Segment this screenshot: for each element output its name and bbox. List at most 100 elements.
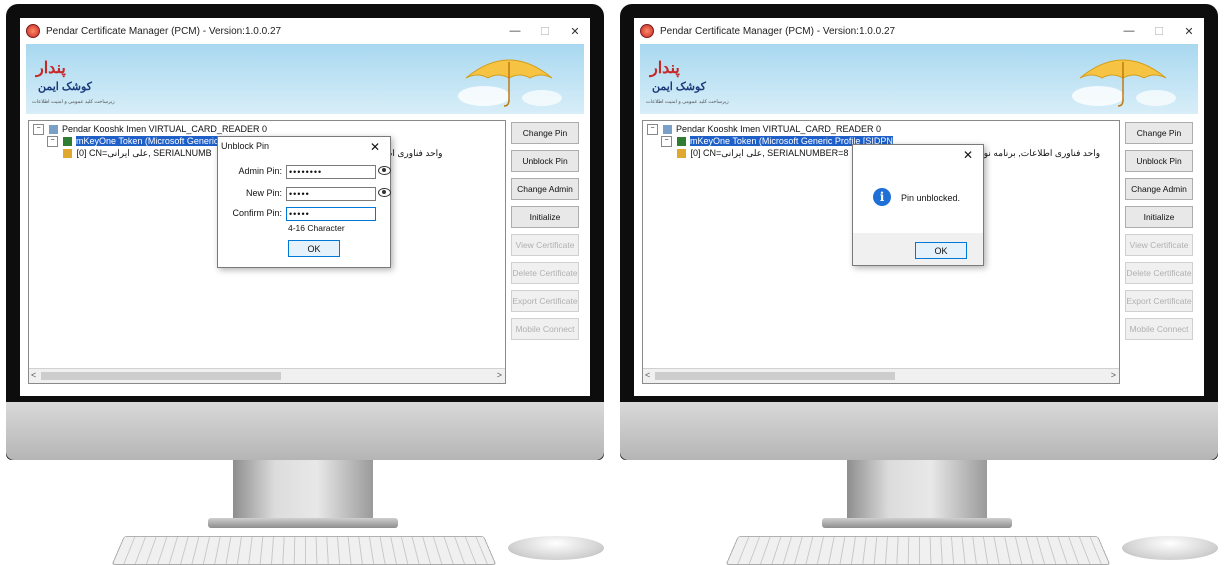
- message-close-button[interactable]: ✕: [963, 148, 973, 162]
- window-title: Pendar Certificate Manager (PCM) - Versi…: [46, 25, 282, 37]
- action-buttons: Change Pin Unblock Pin Change Admin Init…: [1125, 122, 1193, 346]
- new-pin-row: New Pin: •••••: [218, 187, 391, 201]
- collapse-icon[interactable]: −: [33, 124, 44, 136]
- dialog-title: Unblock Pin: [221, 141, 270, 151]
- tree-token-label: mKeyOne Token (Microsoft Generic P: [76, 136, 227, 146]
- info-icon: i: [873, 188, 891, 206]
- change-pin-button[interactable]: Change Pin: [511, 122, 579, 144]
- change-admin-button[interactable]: Change Admin: [511, 178, 579, 200]
- confirm-pin-input[interactable]: •••••: [286, 207, 376, 221]
- message-ok-button[interactable]: OK: [915, 242, 967, 259]
- certificate-icon: [677, 149, 686, 159]
- new-pin-input[interactable]: •••••: [286, 187, 376, 201]
- tree-cert-node[interactable]: [0] CN=علی ایرانی, SERIALNUMB: [63, 148, 212, 159]
- title-bar: Pendar Certificate Manager (PCM) - Versi…: [634, 18, 1204, 44]
- message-text: Pin unblocked.: [901, 193, 961, 203]
- monitor-left: Pendar Certificate Manager (PCM) - Versi…: [0, 0, 610, 565]
- new-pin-label: New Pin:: [245, 188, 282, 198]
- window-title: Pendar Certificate Manager (PCM) - Versi…: [660, 25, 896, 37]
- mobile-connect-button[interactable]: Mobile Connect: [511, 318, 579, 340]
- unblock-pin-button[interactable]: Unblock Pin: [1125, 150, 1193, 172]
- collapse-icon[interactable]: −: [47, 136, 58, 148]
- umbrella-illustration-icon: [458, 59, 562, 107]
- monitor-base: [208, 518, 398, 528]
- view-certificate-button[interactable]: View Certificate: [511, 234, 579, 256]
- token-icon: [676, 137, 686, 147]
- tree-root-label: Pendar Kooshk Imen VIRTUAL_CARD_READER 0: [676, 124, 881, 134]
- app-logo-icon: [26, 24, 40, 38]
- monitor-base: [822, 518, 1012, 528]
- minimize-button[interactable]: —: [1114, 25, 1144, 37]
- export-certificate-button[interactable]: Export Certificate: [1125, 290, 1193, 312]
- umbrella-illustration-icon: [1072, 59, 1176, 107]
- export-certificate-button[interactable]: Export Certificate: [511, 290, 579, 312]
- message-footer: OK: [853, 233, 983, 265]
- logo-tagline: زیرساخت کلید عمومی و امنیت اطلاعات: [646, 99, 729, 105]
- show-admin-pin-eye-icon[interactable]: [378, 166, 391, 175]
- mouse: [508, 536, 604, 560]
- scrollbar-thumb[interactable]: [655, 372, 895, 380]
- tree-token-node[interactable]: − mKeyOne Token (Microsoft Generic P: [47, 136, 227, 148]
- maximize-button[interactable]: ☐: [530, 25, 560, 38]
- monitor-stand: [847, 460, 987, 522]
- tree-cert-node[interactable]: [0] CN=علی ایرانی, SERIALNUMBER=8: [677, 148, 848, 159]
- title-bar: Pendar Certificate Manager (PCM) - Versi…: [20, 18, 590, 44]
- tree-root-label: Pendar Kooshk Imen VIRTUAL_CARD_READER 0: [62, 124, 267, 134]
- logo-text-secondary: کوشک ایمن: [652, 81, 706, 93]
- minimize-button[interactable]: —: [500, 25, 530, 37]
- tree-root-node[interactable]: − Pendar Kooshk Imen VIRTUAL_CARD_READER…: [647, 124, 881, 136]
- scroll-left-arrow[interactable]: <: [31, 370, 36, 380]
- monitor-right: Pendar Certificate Manager (PCM) - Versi…: [614, 0, 1224, 565]
- action-buttons: Change Pin Unblock Pin Change Admin Init…: [511, 122, 579, 346]
- token-icon: [62, 137, 72, 147]
- initialize-button[interactable]: Initialize: [511, 206, 579, 228]
- keyboard: [111, 535, 497, 565]
- app-window: Pendar Certificate Manager (PCM) - Versi…: [20, 18, 590, 396]
- header-banner: پندار کوشک ایمن زیرساخت کلید عمومی و امن…: [26, 44, 584, 114]
- scroll-right-arrow[interactable]: >: [497, 370, 502, 380]
- monitor-stand: [233, 460, 373, 522]
- close-button[interactable]: ✕: [1174, 25, 1204, 38]
- certificate-icon: [63, 149, 72, 159]
- keyboard: [725, 535, 1111, 565]
- unblock-pin-button[interactable]: Unblock Pin: [511, 150, 579, 172]
- view-certificate-button[interactable]: View Certificate: [1125, 234, 1193, 256]
- delete-certificate-button[interactable]: Delete Certificate: [1125, 262, 1193, 284]
- scroll-left-arrow[interactable]: <: [645, 370, 650, 380]
- scrollbar-thumb[interactable]: [41, 372, 281, 380]
- mouse: [1122, 536, 1218, 560]
- dialog-ok-button[interactable]: OK: [288, 240, 340, 257]
- collapse-icon[interactable]: −: [647, 124, 658, 136]
- logo-text-primary: پندار: [36, 60, 66, 77]
- close-button[interactable]: ✕: [560, 25, 590, 38]
- tree-root-node[interactable]: − Pendar Kooshk Imen VIRTUAL_CARD_READER…: [33, 124, 267, 136]
- logo-text-primary: پندار: [650, 60, 680, 77]
- dialog-close-button[interactable]: ✕: [370, 140, 380, 154]
- message-box: ✕ i Pin unblocked. OK: [852, 144, 984, 266]
- app-window: Pendar Certificate Manager (PCM) - Versi…: [634, 18, 1204, 396]
- horizontal-scrollbar[interactable]: < >: [643, 368, 1119, 383]
- admin-pin-label: Admin Pin:: [238, 166, 282, 176]
- change-pin-button[interactable]: Change Pin: [1125, 122, 1193, 144]
- confirm-pin-row: Confirm Pin: •••••: [218, 207, 386, 221]
- horizontal-scrollbar[interactable]: < >: [29, 368, 505, 383]
- maximize-button[interactable]: ☐: [1144, 25, 1174, 38]
- monitor-chin: [620, 402, 1218, 460]
- tree-cert-suffix: OU=واحد فناوری اطلاعات, برنامه نو: [965, 148, 1101, 158]
- card-reader-icon: [662, 125, 672, 135]
- mobile-connect-button[interactable]: Mobile Connect: [1125, 318, 1193, 340]
- delete-certificate-button[interactable]: Delete Certificate: [511, 262, 579, 284]
- admin-pin-input[interactable]: ••••••••: [286, 165, 376, 179]
- confirm-pin-label: Confirm Pin:: [232, 208, 282, 218]
- scroll-right-arrow[interactable]: >: [1111, 370, 1116, 380]
- change-admin-button[interactable]: Change Admin: [1125, 178, 1193, 200]
- card-reader-icon: [48, 125, 58, 135]
- show-new-pin-eye-icon[interactable]: [378, 188, 391, 197]
- collapse-icon[interactable]: −: [661, 136, 672, 148]
- tree-cert-label: [0] CN=علی ایرانی, SERIALNUMBER=8: [690, 148, 849, 158]
- tree-cert-label: [0] CN=علی ایرانی, SERIALNUMB: [76, 148, 212, 158]
- app-logo-icon: [640, 24, 654, 38]
- initialize-button[interactable]: Initialize: [1125, 206, 1193, 228]
- logo-tagline: زیرساخت کلید عمومی و امنیت اطلاعات: [32, 99, 115, 105]
- header-banner: پندار کوشک ایمن زیرساخت کلید عمومی و امن…: [640, 44, 1198, 114]
